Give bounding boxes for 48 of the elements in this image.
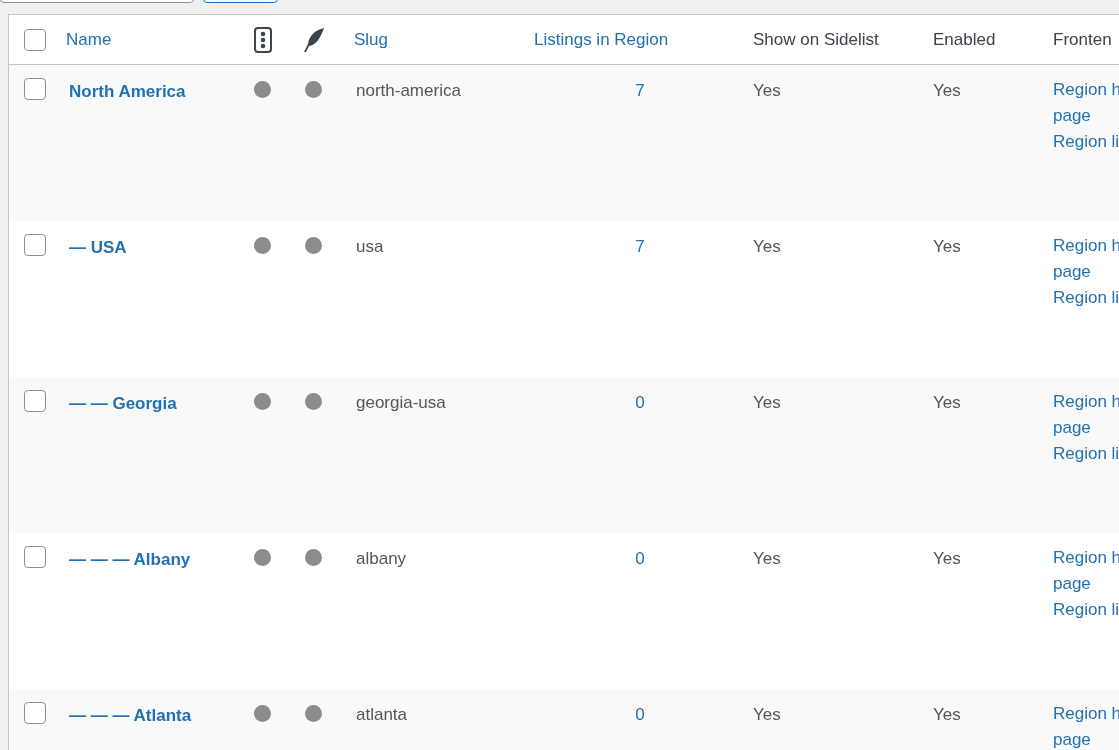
column-header: Fronten (1053, 28, 1112, 51)
listings-count-link[interactable]: 7 (635, 234, 645, 260)
listings-count-link[interactable]: 0 (635, 546, 645, 572)
region-name-link[interactable]: — — Georgia (69, 394, 177, 413)
row-checkbox[interactable] (24, 78, 46, 100)
select-all-checkbox[interactable] (24, 28, 46, 51)
region-name-link[interactable]: North America (69, 82, 186, 101)
sidelist-value: Yes (753, 393, 781, 412)
frontend-link[interactable]: Region li (1053, 285, 1119, 311)
listings-count-link[interactable]: 0 (635, 390, 645, 416)
slug-text: albany (356, 549, 407, 568)
region-name-link[interactable]: — — — Albany (69, 550, 191, 569)
region-name-link[interactable]: — USA (69, 238, 127, 257)
enabled-value: Yes (933, 549, 961, 568)
frontend-link[interactable]: Region li (1053, 441, 1119, 467)
column-sort-link[interactable]: Listings in Region (534, 26, 669, 53)
sidelist-value: Yes (753, 705, 781, 724)
row-checkbox[interactable] (24, 702, 46, 724)
frontend-link[interactable]: Region h page (1053, 233, 1119, 285)
slug-text: north-america (356, 81, 461, 100)
column-header: Enabled (933, 28, 996, 51)
slug-text: usa (356, 237, 384, 256)
row-checkbox[interactable] (24, 390, 46, 412)
column-sort-link[interactable]: Slug (354, 26, 389, 53)
frontend-link[interactable]: Region li (1053, 597, 1119, 623)
slug-text: georgia-usa (356, 393, 446, 412)
slug-text: atlanta (356, 705, 408, 724)
enabled-value: Yes (933, 705, 961, 724)
row-checkbox[interactable] (24, 546, 46, 568)
sidelist-value: Yes (753, 549, 781, 568)
frontend-link[interactable]: Region h page (1053, 545, 1119, 597)
frontend-link[interactable]: Region h page (1053, 77, 1119, 129)
enabled-value: Yes (933, 393, 961, 412)
enabled-value: Yes (933, 237, 961, 256)
feather-icon (302, 26, 325, 53)
sidelist-value: Yes (753, 81, 781, 100)
vertical-dots-icon (253, 26, 272, 53)
listings-count-link[interactable]: 7 (635, 78, 645, 104)
sidelist-value: Yes (753, 237, 781, 256)
listings-count-link[interactable]: 0 (635, 702, 645, 728)
region-name-link[interactable]: — — — Atlanta (69, 706, 192, 725)
row-checkbox[interactable] (24, 234, 46, 256)
frontend-link[interactable]: Region h page (1053, 389, 1119, 441)
enabled-value: Yes (933, 81, 961, 100)
frontend-link[interactable]: Region h page (1053, 701, 1119, 750)
column-sort-link[interactable]: Name (66, 26, 112, 53)
frontend-link[interactable]: Region li (1053, 129, 1119, 155)
column-header: Show on Sidelist (753, 28, 879, 51)
